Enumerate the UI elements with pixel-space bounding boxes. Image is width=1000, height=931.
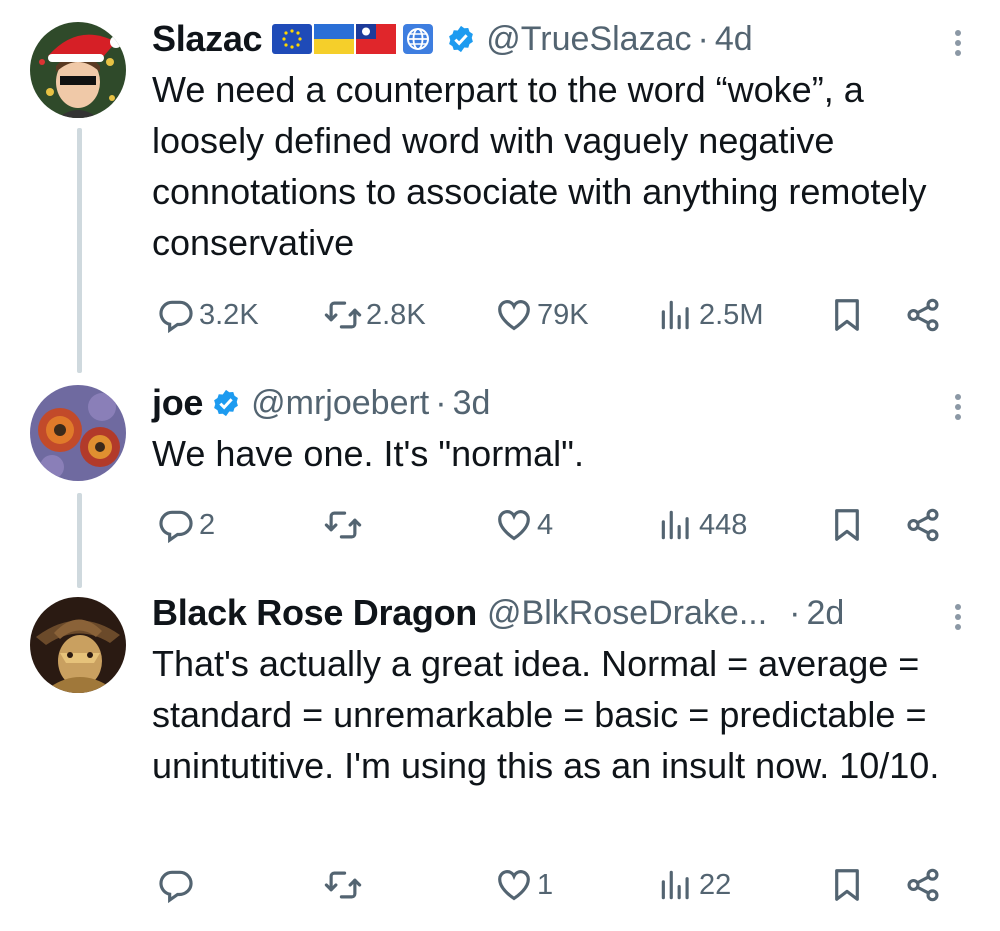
tweet-actions: 1 22 bbox=[152, 860, 960, 910]
like-button[interactable]: 4 bbox=[495, 500, 553, 550]
heart-icon bbox=[498, 870, 530, 901]
repost-icon bbox=[324, 871, 362, 899]
view-count: 448 bbox=[699, 508, 748, 541]
separator-dot: · bbox=[435, 383, 447, 422]
tweet[interactable]: Black Rose Dragon @BlkRoseDrake... · 2d … bbox=[0, 580, 1000, 931]
timestamp[interactable]: 2d bbox=[806, 594, 844, 633]
display-name[interactable]: Slazac bbox=[152, 18, 263, 60]
more-vertical-icon[interactable] bbox=[952, 26, 964, 60]
avatar[interactable] bbox=[30, 597, 126, 693]
share-icon bbox=[907, 508, 939, 542]
reply-count: 3.2K bbox=[199, 298, 259, 331]
avatar[interactable] bbox=[30, 22, 126, 118]
reply-button[interactable]: 3.2K bbox=[157, 290, 259, 340]
display-name[interactable]: Black Rose Dragon bbox=[152, 592, 477, 634]
separator-dot: · bbox=[697, 19, 709, 58]
share-icon bbox=[907, 298, 939, 332]
views-button[interactable]: 448 bbox=[657, 500, 747, 550]
tweet-header: Black Rose Dragon @BlkRoseDrake... · 2d bbox=[152, 590, 960, 636]
view-count: 2.5M bbox=[699, 298, 764, 331]
reply-button[interactable] bbox=[157, 860, 199, 910]
bookmark-icon bbox=[835, 509, 859, 541]
verified-badge-icon bbox=[449, 25, 474, 53]
user-handle[interactable]: @TrueSlazac bbox=[486, 20, 691, 59]
timestamp[interactable]: 3d bbox=[453, 384, 491, 423]
display-name[interactable]: joe bbox=[152, 382, 203, 424]
tweet-text: We need a counterpart to the word “woke”… bbox=[152, 69, 927, 263]
like-count: 1 bbox=[537, 868, 554, 901]
timestamp[interactable]: 4d bbox=[715, 20, 753, 59]
reply-count: 2 bbox=[199, 508, 216, 541]
tweet[interactable]: Slazac @TrueSlazac · 4d We need a counte… bbox=[0, 0, 1000, 370]
bookmark-icon bbox=[835, 299, 859, 331]
repost-button[interactable] bbox=[324, 500, 366, 550]
repost-icon bbox=[324, 301, 362, 329]
repost-button[interactable]: 2.8K bbox=[324, 290, 426, 340]
bookmark-button[interactable] bbox=[828, 860, 866, 910]
tweet-actions: 2 4 448 bbox=[152, 500, 960, 550]
tweet-header: joe @mrjoebert · 3d bbox=[152, 380, 960, 426]
bookmark-button[interactable] bbox=[828, 500, 866, 550]
user-handle[interactable]: @mrjoebert bbox=[251, 384, 429, 423]
reply-bubble-icon bbox=[159, 300, 193, 334]
tweet-header: Slazac @TrueSlazac · 4d bbox=[152, 16, 960, 62]
user-handle[interactable]: @BlkRoseDrake... bbox=[487, 594, 767, 633]
more-vertical-icon[interactable] bbox=[952, 600, 964, 634]
tweet[interactable]: joe @mrjoebert · 3d We have one. It's "n… bbox=[0, 370, 1000, 580]
views-button[interactable]: 22 bbox=[657, 860, 731, 910]
view-count: 22 bbox=[699, 868, 732, 901]
like-button[interactable]: 79K bbox=[495, 290, 589, 340]
share-button[interactable] bbox=[904, 290, 942, 340]
like-button[interactable]: 1 bbox=[495, 860, 553, 910]
views-bar-icon bbox=[661, 300, 689, 330]
globe-icon bbox=[403, 24, 434, 54]
views-button[interactable]: 2.5M bbox=[657, 290, 763, 340]
bookmark-icon bbox=[835, 869, 859, 901]
share-button[interactable] bbox=[904, 860, 942, 910]
reply-bubble-icon bbox=[159, 510, 193, 544]
reply-bubble-icon bbox=[159, 870, 193, 904]
repost-count: 2.8K bbox=[366, 298, 426, 331]
more-vertical-icon[interactable] bbox=[952, 390, 964, 424]
bookmark-button[interactable] bbox=[828, 290, 866, 340]
views-bar-icon bbox=[661, 870, 689, 900]
repost-icon bbox=[324, 511, 362, 539]
name-emoji-flags bbox=[272, 24, 438, 54]
like-count: 4 bbox=[537, 508, 554, 541]
separator-dot: · bbox=[789, 593, 801, 632]
share-icon bbox=[907, 868, 939, 902]
taiwan-flag-icon bbox=[356, 24, 397, 54]
ukraine-flag-icon bbox=[314, 24, 355, 54]
eu-flag-icon bbox=[272, 24, 313, 54]
reply-button[interactable]: 2 bbox=[157, 500, 215, 550]
like-count: 79K bbox=[537, 298, 589, 331]
repost-button[interactable] bbox=[324, 860, 366, 910]
avatar[interactable] bbox=[30, 385, 126, 481]
tweet-text: We have one. It's "normal". bbox=[152, 433, 584, 474]
tweet-actions: 3.2K 2.8K 79K 2.5M bbox=[152, 290, 960, 340]
verified-badge-icon bbox=[214, 389, 238, 417]
heart-icon bbox=[498, 300, 530, 331]
tweet-text: That's actually a great idea. Normal = a… bbox=[152, 643, 940, 786]
views-bar-icon bbox=[661, 510, 689, 540]
share-button[interactable] bbox=[904, 500, 942, 550]
heart-icon bbox=[498, 510, 530, 541]
